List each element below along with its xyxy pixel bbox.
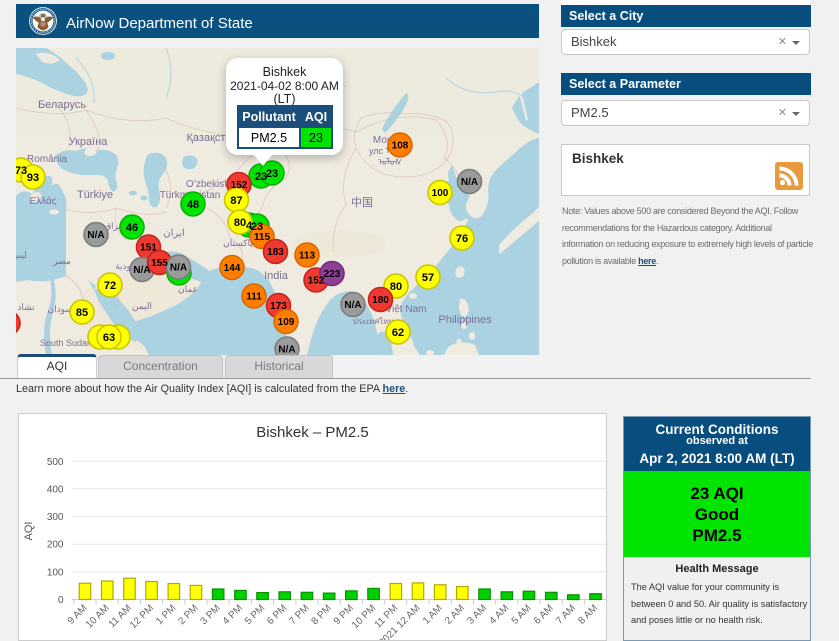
svg-text:N/A: N/A [344, 300, 361, 311]
svg-text:200: 200 [47, 540, 64, 551]
svg-text:1 PM: 1 PM [154, 603, 178, 627]
svg-text:5 AM: 5 AM [510, 603, 534, 627]
svg-text:اليمن: اليمن [132, 301, 152, 312]
svg-text:57: 57 [422, 272, 434, 284]
svg-text:N/A: N/A [87, 230, 104, 241]
svg-text:10 AM: 10 AM [84, 603, 112, 631]
svg-text:3 AM: 3 AM [465, 603, 489, 627]
svg-text:80: 80 [234, 217, 246, 229]
svg-text:100: 100 [47, 567, 64, 578]
svg-text:2 AM: 2 AM [443, 603, 467, 627]
svg-text:144: 144 [224, 263, 241, 274]
svg-text:87: 87 [230, 195, 242, 207]
svg-text:400: 400 [47, 484, 64, 495]
svg-text:N/A: N/A [278, 345, 295, 355]
svg-text:AQI: AQI [23, 522, 35, 541]
svg-text:4 AM: 4 AM [488, 603, 512, 627]
svg-text:7 PM: 7 PM [287, 603, 311, 627]
svg-text:300: 300 [47, 512, 64, 523]
svg-text:ايران: ايران [163, 228, 184, 239]
svg-text:63: 63 [103, 332, 115, 344]
svg-text:223: 223 [324, 269, 341, 280]
svg-text:109: 109 [278, 317, 295, 328]
svg-text:0: 0 [58, 595, 64, 606]
svg-text:48: 48 [187, 199, 199, 211]
svg-text:113: 113 [299, 251, 316, 262]
svg-text:Türkiye: Türkiye [77, 189, 113, 201]
svg-text:India: India [264, 270, 289, 282]
svg-text:پاکستان: پاکستان [223, 238, 253, 249]
svg-text:23: 23 [266, 168, 278, 180]
svg-text:10 PM: 10 PM [350, 603, 378, 631]
svg-text:111: 111 [246, 292, 262, 303]
svg-text:مصر: مصر [52, 256, 71, 267]
svg-text:115: 115 [254, 232, 271, 243]
svg-text:3 PM: 3 PM [199, 603, 223, 627]
svg-text:Ελλάς: Ελλάς [29, 195, 56, 207]
svg-text:80: 80 [390, 281, 402, 293]
svg-text:6 AM: 6 AM [532, 603, 556, 627]
svg-text:108: 108 [392, 141, 409, 152]
svg-text:تشاد: تشاد [17, 302, 35, 312]
svg-text:1 AM: 1 AM [421, 603, 445, 627]
svg-text:N/A: N/A [170, 263, 187, 274]
svg-text:7 AM: 7 AM [554, 603, 578, 627]
svg-text:8 AM: 8 AM [576, 603, 600, 627]
svg-text:2 PM: 2 PM [176, 603, 200, 627]
svg-text:8 PM: 8 PM [310, 603, 334, 627]
svg-text:4 PM: 4 PM [221, 603, 245, 627]
svg-text:ليبيا: ليبيا [16, 250, 27, 260]
svg-text:N/A: N/A [133, 265, 150, 276]
svg-text:Беларусь: Беларусь [38, 99, 86, 111]
svg-text:South Sudan: South Sudan [40, 338, 92, 348]
svg-text:151: 151 [140, 243, 157, 254]
svg-text:12 PM: 12 PM [128, 603, 156, 631]
svg-text:N/A: N/A [461, 177, 478, 188]
svg-text:155: 155 [151, 258, 168, 269]
svg-text:173: 173 [270, 301, 287, 312]
svg-text:6 PM: 6 PM [265, 603, 289, 627]
svg-text:46: 46 [126, 222, 138, 234]
svg-text:500: 500 [47, 457, 64, 468]
svg-text:5 PM: 5 PM [243, 603, 267, 627]
svg-text:73: 73 [16, 165, 27, 177]
svg-text:152: 152 [308, 276, 325, 287]
svg-text:85: 85 [76, 307, 88, 319]
svg-text:Philippines: Philippines [438, 314, 492, 326]
svg-text:93: 93 [27, 172, 39, 184]
svg-text:România: România [27, 154, 67, 165]
svg-text:183: 183 [267, 247, 284, 258]
svg-text:76: 76 [456, 233, 468, 245]
svg-text:中国: 中国 [351, 196, 373, 209]
svg-text:180: 180 [372, 295, 389, 306]
svg-text:152: 152 [231, 180, 248, 191]
svg-text:ᠤᠯᠤᠰ: ᠤᠯᠤᠰ [378, 157, 401, 167]
svg-text:72: 72 [104, 280, 116, 292]
svg-text:62: 62 [392, 327, 404, 339]
svg-text:Україна: Україна [69, 136, 109, 148]
svg-text:100: 100 [432, 188, 449, 199]
svg-text:ประเทศไทย: ประเทศไทย [353, 317, 394, 326]
